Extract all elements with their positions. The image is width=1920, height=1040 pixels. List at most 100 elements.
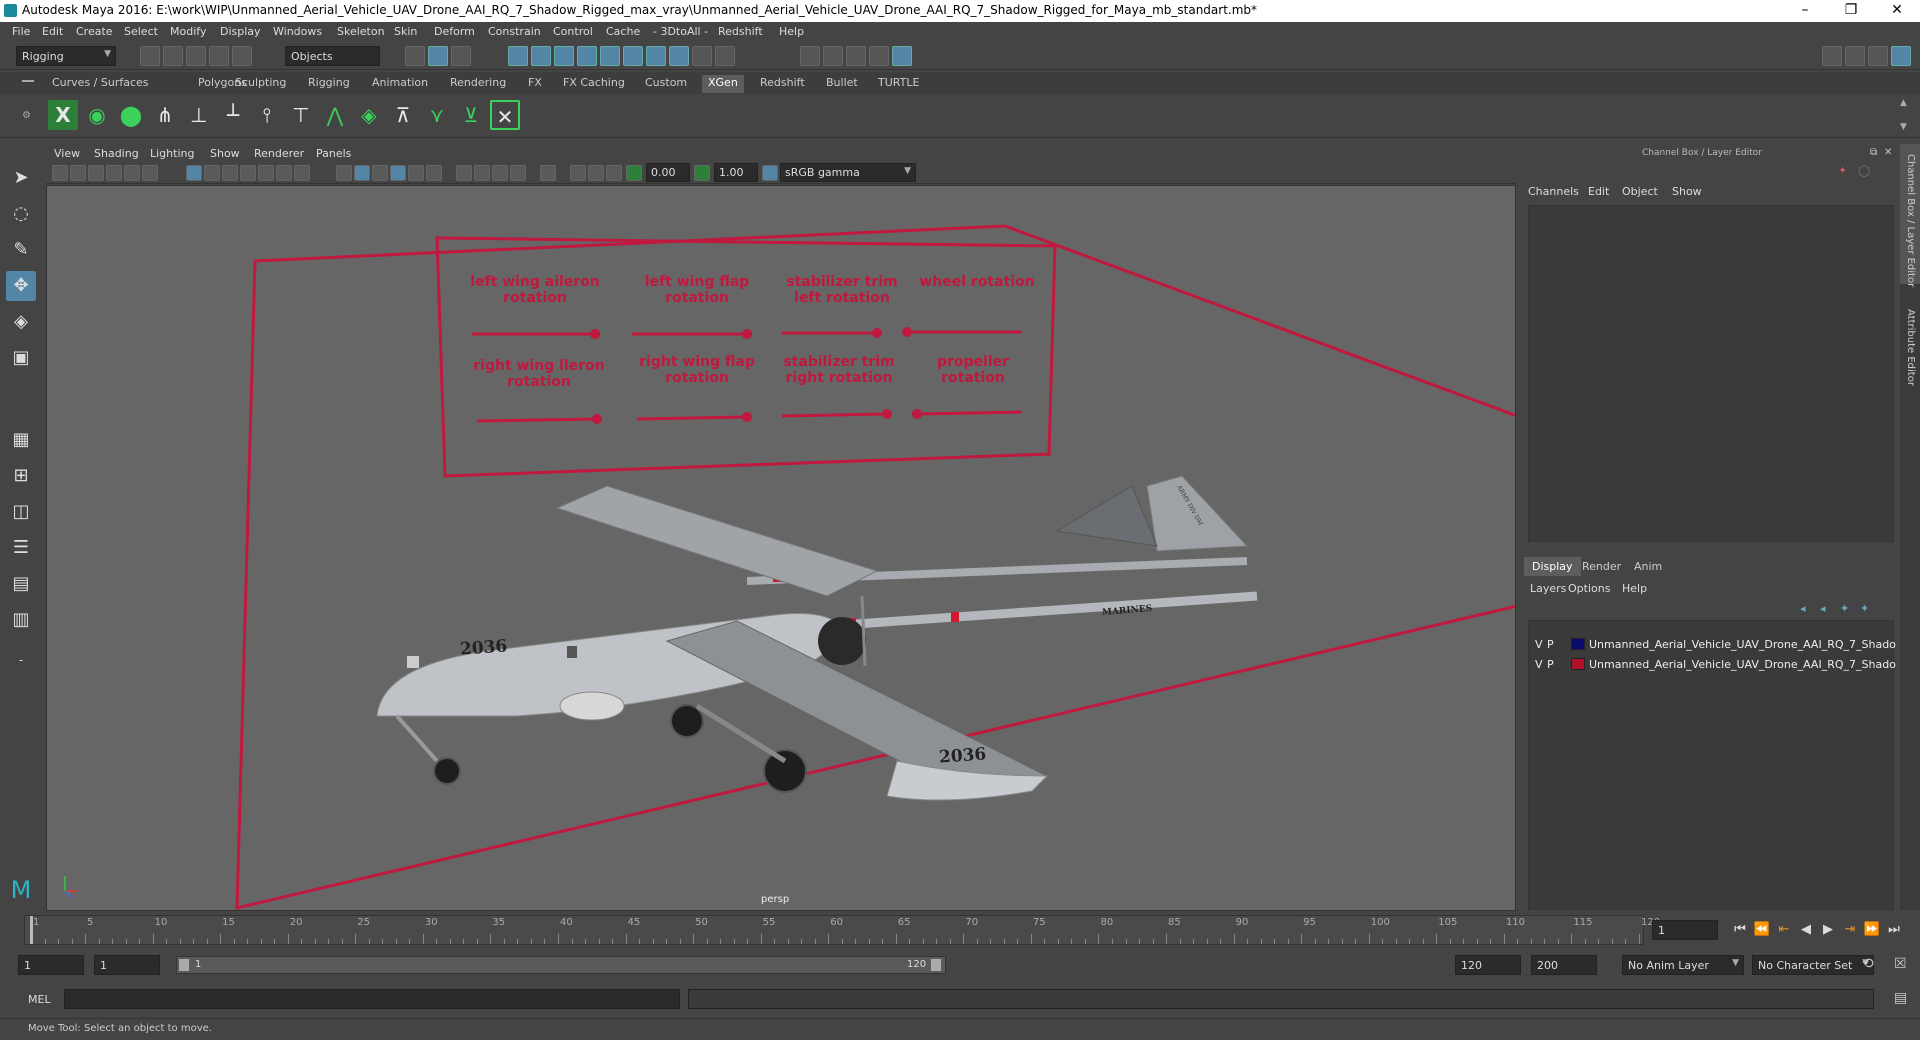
menu-select[interactable]: Select: [124, 25, 158, 38]
menu-redshift[interactable]: Redshift: [718, 25, 763, 38]
outliner-layout-icon[interactable]: ☰: [6, 533, 36, 563]
history-icon[interactable]: [646, 46, 666, 66]
help-icon[interactable]: [669, 46, 689, 66]
resolution-gate-icon[interactable]: [222, 165, 238, 181]
drone-nose-wheel[interactable]: [433, 757, 461, 785]
xgen-noise-icon[interactable]: ✕: [490, 100, 520, 130]
animation-prefs-icon[interactable]: ☒: [1894, 956, 1907, 972]
anim-layer-dropdown[interactable]: No Anim Layer ▼: [1622, 955, 1744, 975]
shelf-tab-fx[interactable]: FX: [528, 75, 542, 93]
xgen-editor-icon[interactable]: X: [48, 100, 78, 130]
xgen-bend-icon[interactable]: ⫯: [252, 100, 282, 130]
viewport-menu-view[interactable]: View: [54, 147, 80, 160]
layer-tab-render[interactable]: Render: [1574, 557, 1629, 576]
shelf-tab-animation[interactable]: Animation: [372, 75, 428, 93]
channel-box-toggle-icon[interactable]: [1891, 46, 1911, 66]
menu-control[interactable]: Control: [553, 25, 593, 38]
script-editor-icon[interactable]: ▤: [1894, 990, 1907, 1006]
go-to-end-icon[interactable]: ⏭: [1884, 922, 1904, 937]
exposure-icon[interactable]: [626, 165, 642, 181]
layer-menu-layers[interactable]: Layers: [1530, 582, 1566, 595]
xgen-cut-icon[interactable]: ⊻: [456, 100, 486, 130]
go-to-start-icon[interactable]: ⏮: [1730, 922, 1750, 937]
viewport-menu-shading[interactable]: Shading: [94, 147, 139, 160]
channel-box-options-icon[interactable]: ✦: [1838, 164, 1847, 177]
attribute-editor-toggle-icon[interactable]: [1868, 46, 1888, 66]
mel-input[interactable]: [64, 989, 680, 1009]
drone-engine[interactable]: [818, 617, 866, 665]
viewport-menu-panels[interactable]: Panels: [316, 147, 351, 160]
close-button[interactable]: ✕: [1874, 0, 1920, 22]
menu-skin[interactable]: Skin: [394, 25, 417, 38]
scale-tool-icon[interactable]: ▣: [6, 343, 36, 373]
xray-components-icon[interactable]: [606, 165, 622, 181]
maximize-button[interactable]: ❐: [1828, 0, 1874, 22]
use-all-lights-icon[interactable]: [408, 165, 424, 181]
menu-modify[interactable]: Modify: [170, 25, 206, 38]
slider-handle[interactable]: [592, 414, 602, 424]
exposure-field[interactable]: 0.00: [646, 163, 690, 182]
layer-menu-help[interactable]: Help: [1622, 582, 1647, 595]
layer-visibility-toggle[interactable]: V: [1535, 638, 1543, 651]
xgen-remove-guide-icon[interactable]: ┴: [218, 100, 248, 130]
menu-skeleton[interactable]: Skeleton: [337, 25, 385, 38]
gamma-field[interactable]: 1.00: [714, 163, 758, 182]
character-set-dropdown[interactable]: No Character Set ▼: [1752, 955, 1874, 975]
start-time-field[interactable]: 1: [18, 955, 84, 975]
undo-icon[interactable]: [209, 46, 229, 66]
input-ops-icon[interactable]: [715, 46, 735, 66]
safe-action-icon[interactable]: [276, 165, 292, 181]
single-pane-layout-icon[interactable]: ▦: [6, 425, 36, 455]
lock-icon[interactable]: [692, 46, 712, 66]
current-frame-field[interactable]: 1: [1652, 920, 1718, 940]
xgen-guides-icon[interactable]: ⋔: [150, 100, 180, 130]
anti-aliasing-icon[interactable]: [492, 165, 508, 181]
shadows-icon[interactable]: [426, 165, 442, 181]
auto-key-icon[interactable]: ⟲: [1862, 956, 1874, 972]
menu-deform[interactable]: Deform: [434, 25, 475, 38]
film-gate-icon[interactable]: [204, 165, 220, 181]
render-view-icon[interactable]: [892, 46, 912, 66]
time-slider[interactable]: 1 5 10 15 20 25 30 35 40 45 50 55 60 65 70 75 80 85 90 95 10…: [24, 915, 1660, 945]
menu-display[interactable]: Display: [220, 25, 261, 38]
menu-set-dropdown[interactable]: Rigging ▼: [16, 46, 116, 66]
shelf-tab-custom[interactable]: Custom: [645, 75, 687, 93]
layer-visibility-toggle[interactable]: V: [1535, 658, 1543, 671]
snap-grid-icon[interactable]: [508, 46, 528, 66]
layer-row[interactable]: V P Unmanned_Aerial_Vehicle_UAV_Drone_AAI_…: [1529, 636, 1896, 654]
xgen-create-icon[interactable]: ⬤: [116, 100, 146, 130]
slider-handle[interactable]: [872, 328, 882, 338]
field-chart-icon[interactable]: [258, 165, 274, 181]
menu-cache[interactable]: Cache: [606, 25, 640, 38]
range-start-handle[interactable]: [179, 959, 189, 971]
layer-tab-anim[interactable]: Anim: [1626, 557, 1670, 576]
playback-end-field[interactable]: 120: [1455, 955, 1521, 975]
four-pane-layout-icon[interactable]: ⊞: [6, 461, 36, 491]
shelf-tab-sculpting[interactable]: Sculpting: [235, 75, 286, 93]
step-forward-key-icon[interactable]: ⏩: [1862, 922, 1882, 937]
save-scene-icon[interactable]: [186, 46, 206, 66]
gate-mask-icon[interactable]: [240, 165, 256, 181]
wireframe-icon[interactable]: [336, 165, 352, 181]
channel-box-menu-object[interactable]: Object: [1622, 185, 1658, 198]
channel-box-menu-edit[interactable]: Edit: [1588, 185, 1609, 198]
mel-label[interactable]: MEL: [28, 993, 51, 1006]
playback-start-field[interactable]: 1: [94, 955, 160, 975]
layer-color-swatch[interactable]: [1571, 638, 1585, 650]
menu-windows[interactable]: Windows: [273, 25, 322, 38]
menu-edit[interactable]: Edit: [42, 25, 63, 38]
shelf-tab-rendering[interactable]: Rendering: [450, 75, 506, 93]
layer-playback-toggle[interactable]: P: [1547, 638, 1554, 651]
select-by-hierarchy-icon[interactable]: [405, 46, 425, 66]
camera-select-icon[interactable]: [52, 165, 68, 181]
smooth-shade-icon[interactable]: [354, 165, 370, 181]
menu-constrain[interactable]: Constrain: [488, 25, 541, 38]
lasso-tool-icon[interactable]: ◌: [6, 199, 36, 229]
side-by-side-layout-icon[interactable]: ◫: [6, 497, 36, 527]
drone-main-wheel[interactable]: [763, 749, 807, 793]
float-panel-icon[interactable]: ⧉: [1870, 147, 1877, 158]
camera-attributes-icon[interactable]: [70, 165, 86, 181]
hypershade-layout-icon[interactable]: ▥: [6, 605, 36, 635]
grid-icon[interactable]: [186, 165, 202, 181]
snap-curve-icon[interactable]: [531, 46, 551, 66]
